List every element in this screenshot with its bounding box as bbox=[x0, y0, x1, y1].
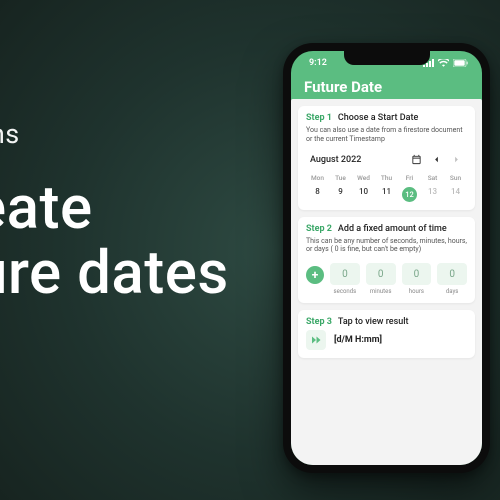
calendar-day-selected[interactable]: 12 bbox=[398, 187, 421, 202]
calendar-dow: Fri bbox=[398, 174, 421, 182]
step3-card: Step 3 Tap to view result [d/M H:mm] bbox=[298, 310, 475, 358]
calendar-day[interactable]: 13 bbox=[421, 187, 444, 202]
phone-notch bbox=[344, 51, 430, 65]
days-label: days bbox=[446, 288, 459, 295]
calendar-dow: Sun bbox=[444, 174, 467, 182]
calendar-day[interactable]: 10 bbox=[352, 187, 375, 202]
background-subtitle: ons bbox=[0, 118, 229, 150]
calendar-day[interactable]: 9 bbox=[329, 187, 352, 202]
step3-label: Step 3 bbox=[306, 317, 332, 327]
step2-card: Step 2 Add a fixed amount of time This c… bbox=[298, 217, 475, 304]
days-field: 0 days bbox=[437, 263, 467, 295]
battery-icon bbox=[453, 59, 469, 67]
step2-title: Add a fixed amount of time bbox=[338, 224, 447, 234]
calendar-day[interactable]: 11 bbox=[375, 187, 398, 202]
hours-label: hours bbox=[409, 288, 424, 295]
calendar-grid: Mon Tue Wed Thu Fri Sat Sun 8 9 10 11 12… bbox=[306, 174, 467, 202]
result-format: [d/M H:mm] bbox=[334, 335, 382, 345]
minutes-label: minutes bbox=[370, 288, 392, 295]
calendar-dow: Thu bbox=[375, 174, 398, 182]
minutes-field: 0 minutes bbox=[366, 263, 396, 295]
step1-label: Step 1 bbox=[306, 113, 332, 123]
time-units-row: + 0 seconds 0 minutes 0 hours bbox=[306, 263, 467, 295]
promo-stage: ons eate ure dates 9:12 bbox=[0, 0, 500, 500]
calendar-day[interactable]: 8 bbox=[306, 187, 329, 202]
seconds-field: 0 seconds bbox=[330, 263, 360, 295]
background-headline-line2: ure dates bbox=[0, 241, 229, 306]
minutes-input[interactable]: 0 bbox=[366, 263, 396, 285]
status-time: 9:12 bbox=[309, 58, 327, 68]
step3-title: Tap to view result bbox=[338, 317, 409, 327]
seconds-input[interactable]: 0 bbox=[330, 263, 360, 285]
content-area: Step 1 Choose a Start Date You can also … bbox=[291, 99, 482, 465]
calendar-picker-icon[interactable] bbox=[409, 153, 423, 167]
hours-field: 0 hours bbox=[402, 263, 432, 295]
days-input[interactable]: 0 bbox=[437, 263, 467, 285]
calendar-prev-icon[interactable] bbox=[429, 153, 443, 167]
step2-description: This can be any number of seconds, minut… bbox=[306, 237, 467, 255]
calendar-dow: Mon bbox=[306, 174, 329, 182]
calendar-day[interactable]: 14 bbox=[444, 187, 467, 202]
phone-frame: 9:12 Future Date Step bbox=[283, 43, 490, 473]
background-headline-line1: eate bbox=[0, 176, 229, 241]
step1-card: Step 1 Choose a Start Date You can also … bbox=[298, 106, 475, 210]
hours-input[interactable]: 0 bbox=[402, 263, 432, 285]
step1-title: Choose a Start Date bbox=[338, 113, 418, 123]
calendar-header: August 2022 bbox=[306, 153, 467, 167]
status-icons bbox=[423, 59, 469, 67]
calendar-next-icon[interactable] bbox=[449, 153, 463, 167]
calendar-month-label: August 2022 bbox=[310, 155, 361, 165]
background-headline: ons eate ure dates bbox=[0, 118, 229, 306]
result-row: [d/M H:mm] bbox=[306, 330, 467, 350]
seconds-label: seconds bbox=[334, 288, 357, 295]
fast-forward-icon[interactable] bbox=[306, 330, 326, 350]
phone-screen: 9:12 Future Date Step bbox=[291, 51, 482, 465]
plus-icon[interactable]: + bbox=[306, 266, 324, 284]
step1-description: You can also use a date from a firestore… bbox=[306, 126, 467, 144]
calendar-dow: Tue bbox=[329, 174, 352, 182]
calendar-dow: Sat bbox=[421, 174, 444, 182]
calendar-dow: Wed bbox=[352, 174, 375, 182]
step2-label: Step 2 bbox=[306, 224, 332, 234]
wifi-icon bbox=[438, 59, 449, 67]
